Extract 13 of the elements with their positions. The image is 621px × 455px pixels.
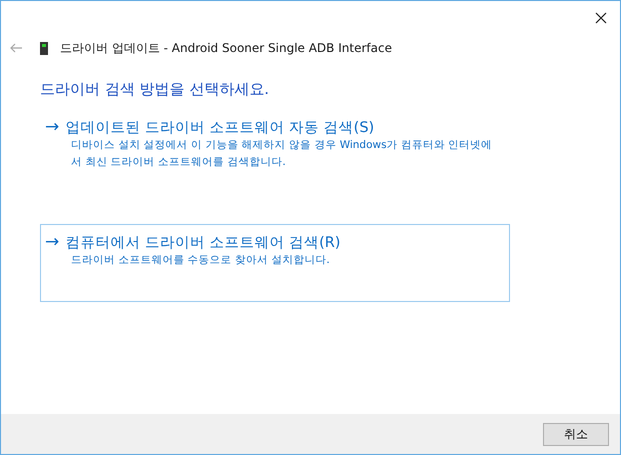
- arrow-icon: →: [45, 232, 60, 252]
- close-icon[interactable]: [595, 12, 607, 24]
- option-title: 컴퓨터에서 드라이버 소프트웨어 검색(R): [65, 234, 340, 252]
- device-icon: [40, 42, 48, 54]
- option-link[interactable]: → 업데이트된 드라이버 소프트웨어 자동 검색(S) 디바이스 설치 설정에서 이 기능을 해제하지 않을 경우 Windows가 컴퓨터와 인터넷에서 최신 드라이버 소프트웨어를 검색합니다.: [40, 109, 510, 180]
- option-description: 디바이스 설치 설정에서 이 기능을 해제하지 않을 경우 Windows가 컴퓨터와 인터넷에서 최신 드라이버 소프트웨어를 검색합니다.: [71, 138, 494, 170]
- option-title: 업데이트된 드라이버 소프트웨어 자동 검색(S): [65, 118, 374, 136]
- cancel-button[interactable]: 취소: [543, 422, 609, 446]
- option-description: 드라이버 소프트웨어를 수동으로 찾아서 설치합니다.: [71, 253, 331, 268]
- heading: 드라이버 검색 방법을 선택하세요.: [40, 80, 270, 99]
- window-title: 드라이버 업데이트 - Android Sooner Single ADB Interface: [60, 40, 392, 56]
- arrow-icon: →: [45, 117, 60, 137]
- option-link[interactable]: → 컴퓨터에서 드라이버 소프트웨어 검색(R) 드라이버 소프트웨어를 수동으로 찾아서 설치합니다.: [40, 224, 510, 302]
